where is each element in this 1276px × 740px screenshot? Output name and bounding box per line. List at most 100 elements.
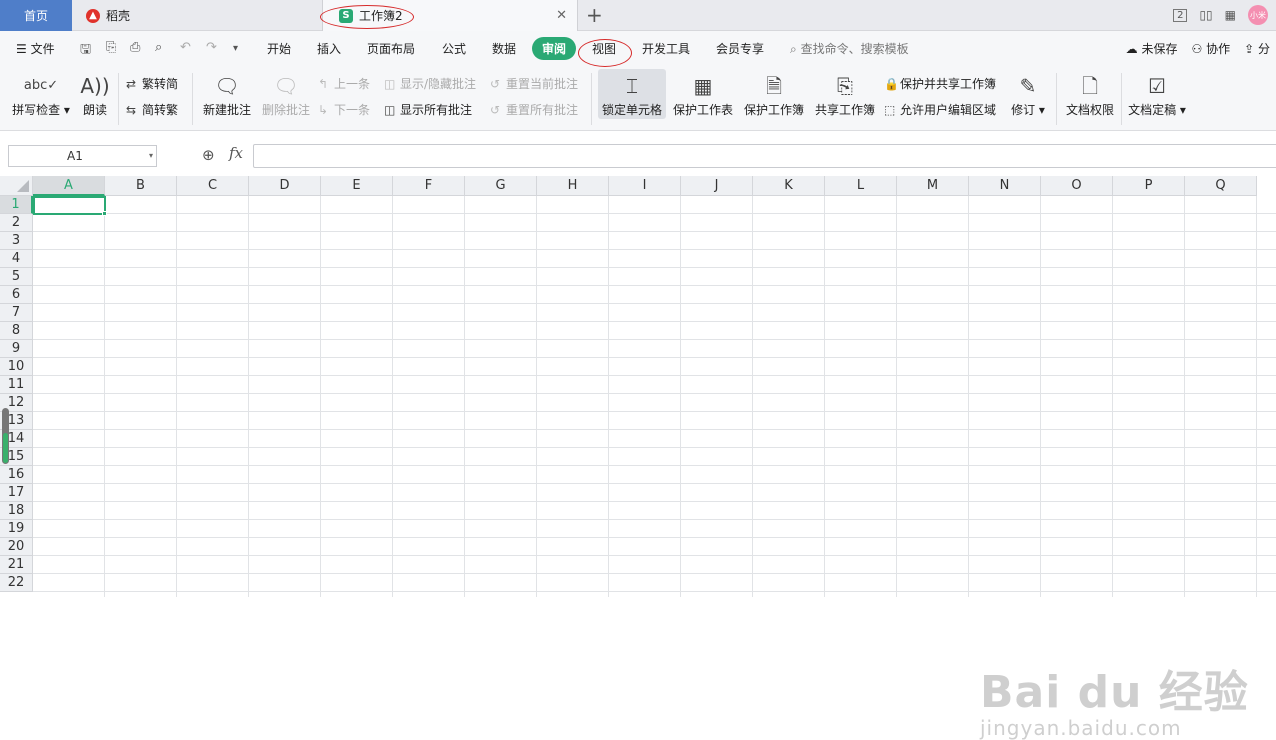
lock-cell-button[interactable]: ⌶ 锁定单元格: [598, 69, 666, 119]
prev-comment-button[interactable]: ↰ 上一条: [318, 75, 370, 92]
title-bar: 首页 ▲ 稻壳 S 工作簿2 ✕ + 2 ▯▯ ▦ 小米: [0, 0, 1276, 31]
column-header-g[interactable]: G: [465, 176, 537, 196]
delete-comment-button[interactable]: 🗨 删除批注: [261, 71, 311, 118]
column-header-i[interactable]: I: [609, 176, 681, 196]
column-header-q[interactable]: Q: [1185, 176, 1257, 196]
layout-icon[interactable]: ▯▯: [1199, 8, 1212, 22]
show-hide-comment-button[interactable]: ◫ 显示/隐藏批注: [384, 75, 476, 92]
column-header-j[interactable]: J: [681, 176, 753, 196]
row-header-5[interactable]: 5: [0, 268, 33, 286]
column-header-h[interactable]: H: [537, 176, 609, 196]
unsaved-button[interactable]: ☁ 未保存: [1126, 40, 1178, 57]
row-header-6[interactable]: 6: [0, 286, 33, 304]
spell-check-button[interactable]: abc✓ 拼写检查 ▾: [12, 71, 70, 118]
row-header-3[interactable]: 3: [0, 232, 33, 250]
collab-button[interactable]: ⚇ 协作: [1191, 40, 1230, 57]
column-header-f[interactable]: F: [393, 176, 465, 196]
column-header-m[interactable]: M: [897, 176, 969, 196]
menu-developer[interactable]: 开发工具: [642, 40, 690, 57]
row-header-22[interactable]: 22: [0, 574, 33, 592]
menu-page-layout[interactable]: 页面布局: [367, 40, 415, 57]
row-header-21[interactable]: 21: [0, 556, 33, 574]
row-header-19[interactable]: 19: [0, 520, 33, 538]
doc-permission-button[interactable]: 🗋 文档权限: [1066, 71, 1114, 118]
active-cell[interactable]: [33, 196, 106, 215]
chevron-down-icon[interactable]: ▾: [149, 146, 153, 166]
select-all-corner[interactable]: [0, 176, 33, 196]
menu-review[interactable]: 审阅: [532, 37, 577, 60]
reset-current-comment-button[interactable]: ↺ 重置当前批注: [490, 75, 578, 92]
file-menu[interactable]: ☰ 文件: [16, 40, 55, 57]
column-header-n[interactable]: N: [969, 176, 1041, 196]
avatar[interactable]: 小米: [1248, 5, 1268, 25]
row-header-17[interactable]: 17: [0, 484, 33, 502]
column-header-k[interactable]: K: [753, 176, 825, 196]
column-header-p[interactable]: P: [1113, 176, 1185, 196]
column-header-b[interactable]: B: [105, 176, 177, 196]
save-icon[interactable]: 🖫: [80, 40, 91, 62]
menu-formula[interactable]: 公式: [442, 40, 466, 57]
fill-handle[interactable]: [102, 211, 107, 216]
menu-start[interactable]: 开始: [267, 40, 291, 57]
print-preview-icon[interactable]: ⌕: [155, 40, 162, 55]
close-tab-icon[interactable]: ✕: [556, 8, 567, 23]
row-header-8[interactable]: 8: [0, 322, 33, 340]
new-comment-button[interactable]: 🗨 新建批注: [202, 71, 252, 118]
add-tab-icon[interactable]: +: [586, 3, 603, 27]
fx-icon[interactable]: fx: [229, 144, 243, 162]
menu-view[interactable]: 视图: [592, 40, 616, 57]
row-header-20[interactable]: 20: [0, 538, 33, 556]
print-icon[interactable]: ⎙: [130, 40, 140, 55]
share-workbook-button[interactable]: ⎘ 共享工作簿: [815, 71, 875, 118]
quick-access-dropdown-icon[interactable]: ▾: [233, 43, 238, 54]
column-header-c[interactable]: C: [177, 176, 249, 196]
protect-share-workbook-button[interactable]: 🔒保护并共享工作簿: [884, 75, 996, 92]
menu-member[interactable]: 会员专享: [716, 40, 764, 57]
cell-area[interactable]: [33, 196, 1276, 597]
column-header-a[interactable]: A: [33, 176, 105, 196]
allow-edit-ranges-button[interactable]: ⬚ 允许用户编辑区域: [884, 101, 996, 118]
doc-finalize-button[interactable]: ☑ 文档定稿 ▾: [1128, 71, 1186, 118]
row-header-2[interactable]: 2: [0, 214, 33, 232]
show-all-comments-icon: ◫: [384, 103, 396, 117]
row-header-18[interactable]: 18: [0, 502, 33, 520]
revise-button[interactable]: ✎ 修订 ▾: [1010, 71, 1046, 118]
command-search[interactable]: ⌕ 查找命令、搜索模板: [790, 40, 909, 57]
zoom-icon[interactable]: ⊕: [202, 146, 215, 164]
simp-to-trad-button[interactable]: ⇆ 简转繁: [126, 101, 178, 118]
tab-daoke[interactable]: ▲ 稻壳: [72, 0, 322, 31]
row-header-16[interactable]: 16: [0, 466, 33, 484]
formula-bar: A1 ▾ ⊕ fx: [0, 131, 1276, 176]
show-all-comments-button[interactable]: ◫ 显示所有批注: [384, 101, 472, 118]
row-header-10[interactable]: 10: [0, 358, 33, 376]
menu-insert[interactable]: 插入: [317, 40, 341, 57]
column-header-l[interactable]: L: [825, 176, 897, 196]
row-header-1[interactable]: 1: [0, 196, 33, 214]
row-header-9[interactable]: 9: [0, 340, 33, 358]
protect-sheet-button[interactable]: ▦ 保护工作表: [673, 71, 733, 118]
daoke-logo-icon: ▲: [86, 8, 100, 23]
read-aloud-button[interactable]: A)) 朗读: [80, 71, 110, 118]
undo-icon[interactable]: ↶: [180, 40, 191, 55]
row-header-11[interactable]: 11: [0, 376, 33, 394]
row-header-4[interactable]: 4: [0, 250, 33, 268]
trad-to-simp-button[interactable]: ⇄ 繁转简: [126, 75, 178, 92]
column-header-e[interactable]: E: [321, 176, 393, 196]
menu-data[interactable]: 数据: [492, 40, 516, 57]
protect-workbook-button[interactable]: 🗎 保护工作簿: [744, 71, 804, 118]
tab-workbook[interactable]: S 工作簿2 ✕: [322, 0, 578, 31]
column-header-o[interactable]: O: [1041, 176, 1113, 196]
share-button[interactable]: ⇪ 分: [1244, 40, 1270, 57]
name-box[interactable]: A1 ▾: [8, 145, 157, 167]
protect-workbook-label: 保护工作簿: [744, 103, 805, 117]
window-counter-icon[interactable]: 2: [1173, 8, 1188, 22]
next-comment-button[interactable]: ↳ 下一条: [318, 101, 370, 118]
tab-home[interactable]: 首页: [0, 0, 72, 31]
grid-apps-icon[interactable]: ▦: [1225, 8, 1236, 22]
export-icon[interactable]: ⎘: [106, 40, 116, 55]
redo-icon[interactable]: ↷: [206, 40, 217, 55]
formula-input[interactable]: [253, 144, 1276, 168]
row-header-7[interactable]: 7: [0, 304, 33, 322]
column-header-d[interactable]: D: [249, 176, 321, 196]
reset-all-comments-button[interactable]: ↺ 重置所有批注: [490, 101, 578, 118]
